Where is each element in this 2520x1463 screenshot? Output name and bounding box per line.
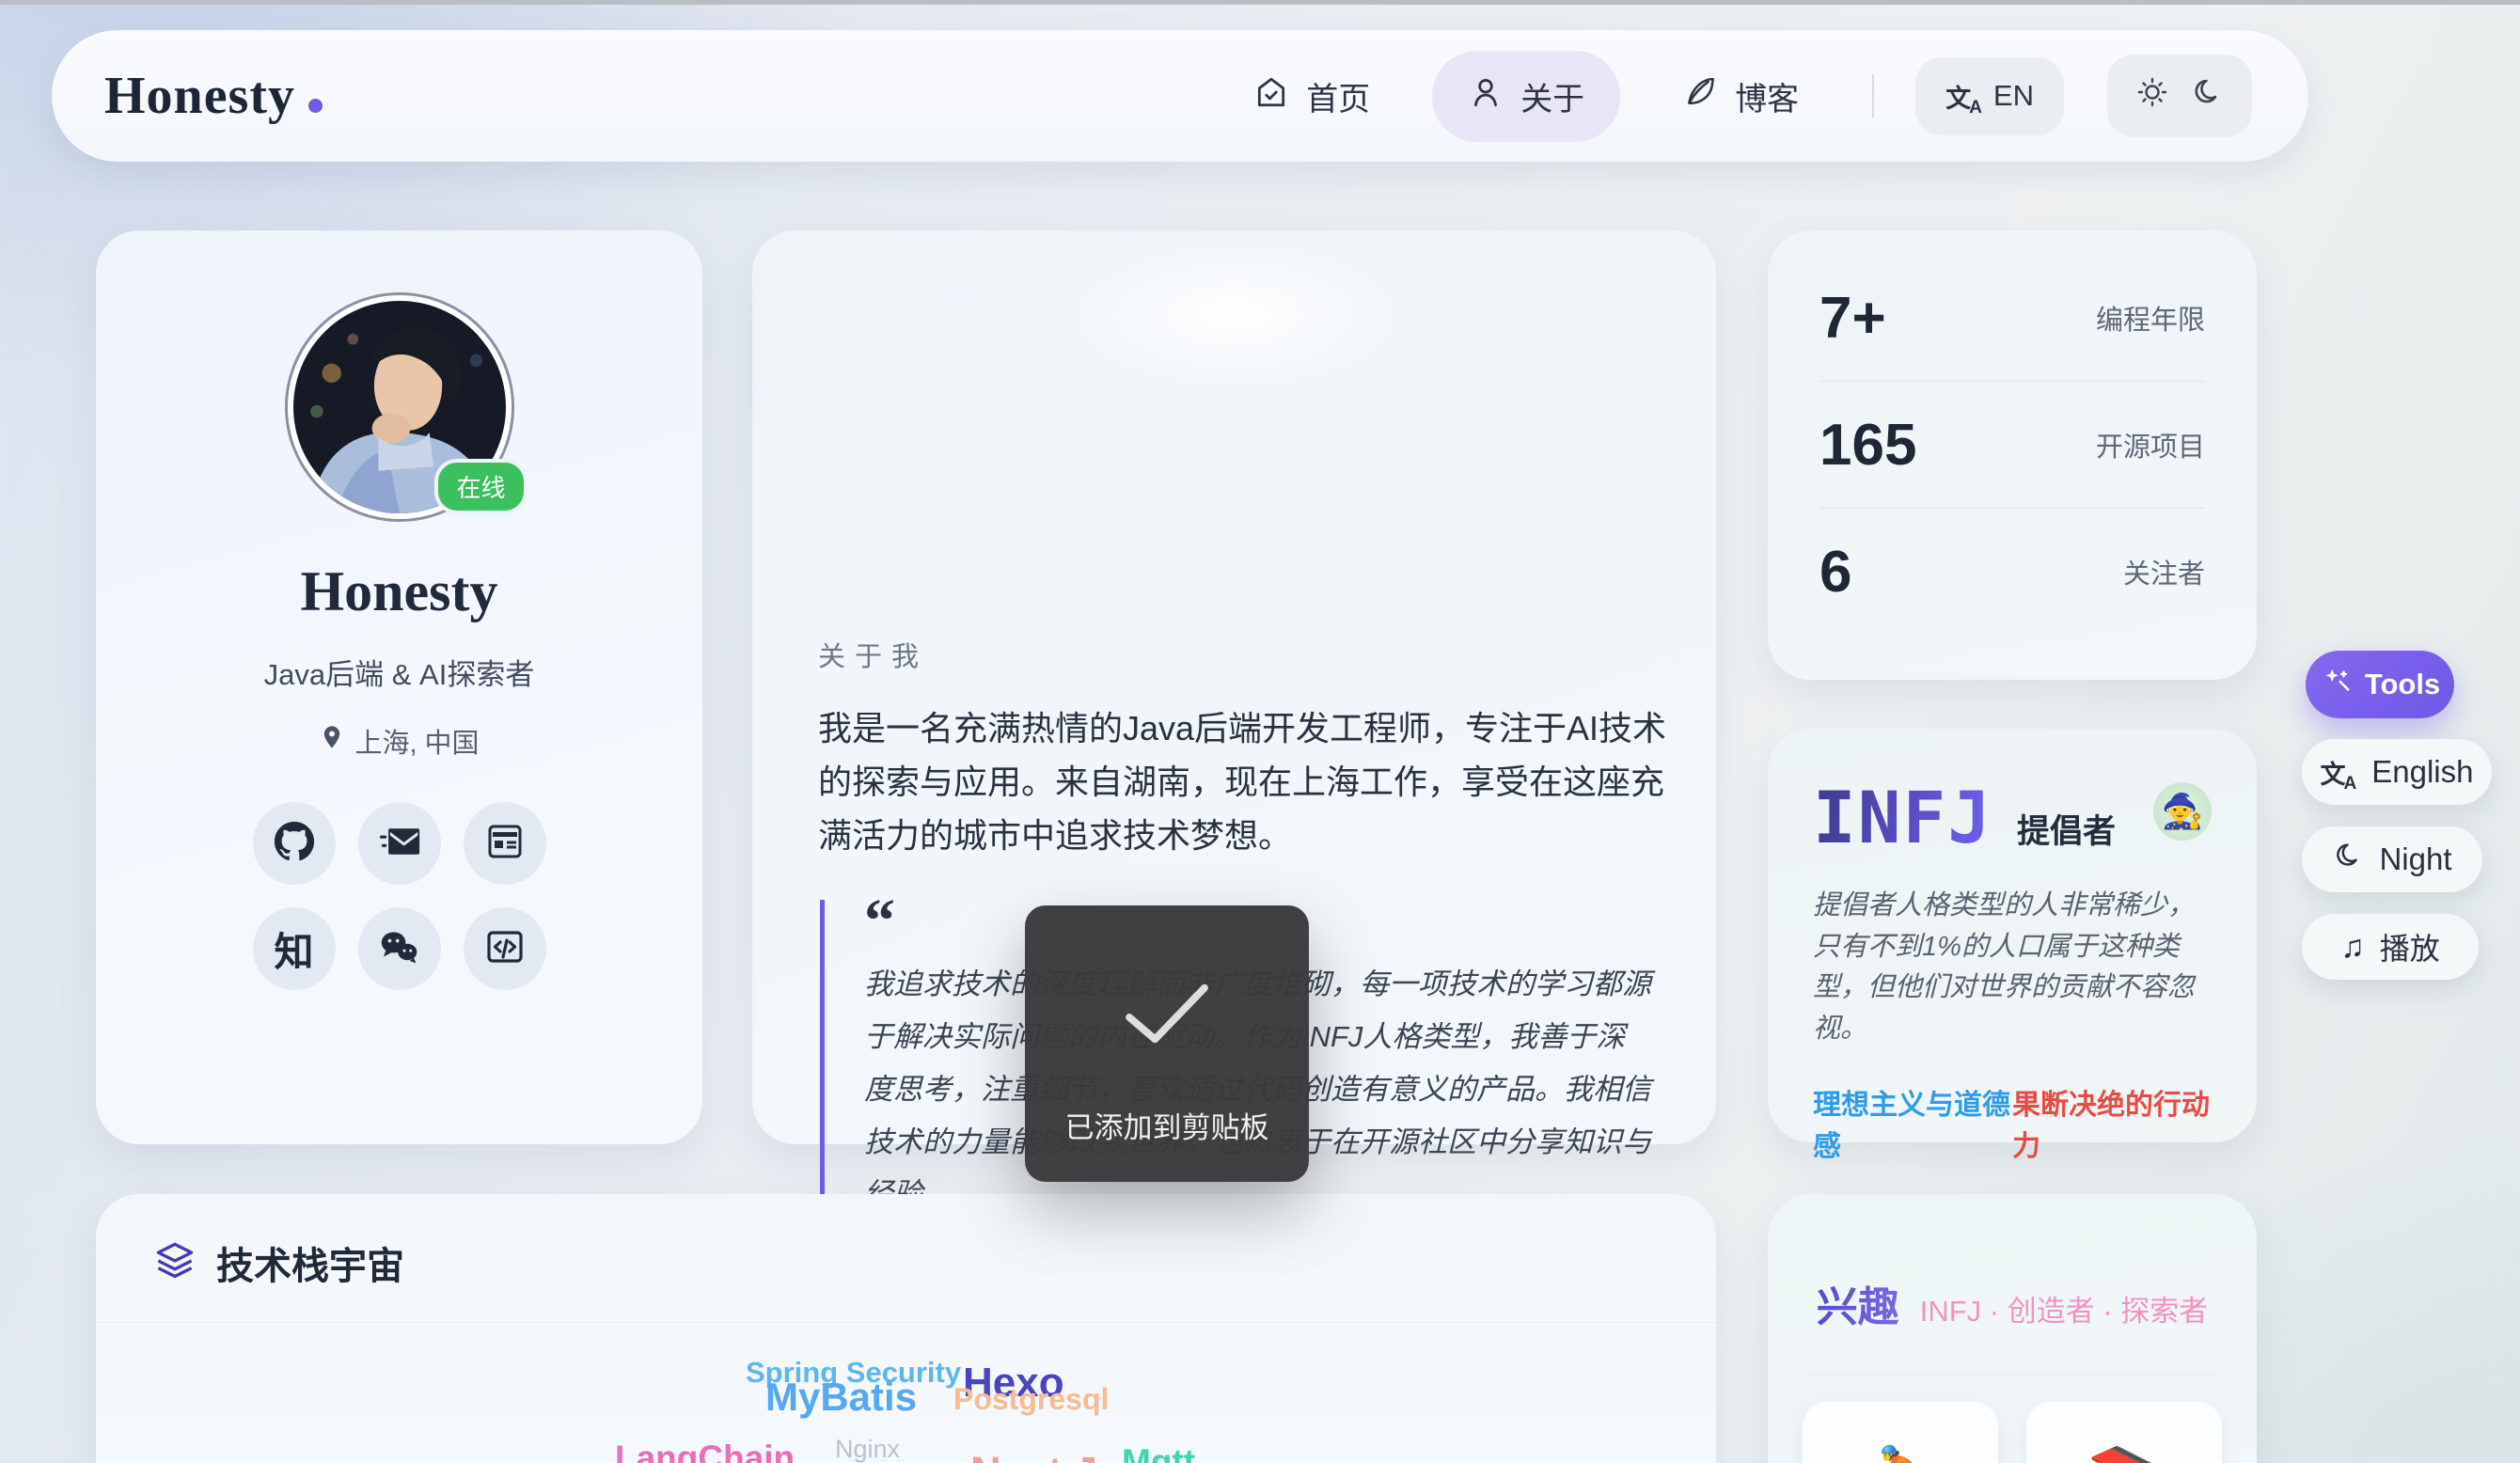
github-link[interactable]: [253, 802, 336, 885]
nav-divider: [1872, 74, 1874, 118]
nav-item-about[interactable]: 关于: [1432, 51, 1620, 142]
profile-location-text: 上海, 中国: [354, 721, 479, 761]
interests-header: 兴趣 INFJ · 创造者 · 探索者: [1768, 1194, 2257, 1333]
nav-item-label: 博客: [1735, 73, 1799, 119]
about-section-label: 关于我: [818, 635, 928, 674]
interests-divider: [1807, 1375, 2217, 1376]
tech-tag[interactable]: MyBatis: [765, 1375, 917, 1420]
blog-card-icon: [484, 821, 526, 867]
tech-stack-header: 技术栈宇宙: [154, 1235, 404, 1290]
stat-row: 7+ 编程年限: [1819, 255, 2205, 381]
layers-icon: [154, 1240, 196, 1286]
blog-link[interactable]: [464, 802, 546, 885]
location-pin-icon: [319, 724, 345, 758]
mbti-mascot-avatar: 🧙: [2153, 782, 2212, 841]
code-box-icon: [484, 926, 526, 972]
stats-card: 7+ 编程年限 165 开源项目 6 关注者: [1768, 230, 2257, 680]
about-paragraph: 我是一名充满热情的Java后端开发工程师，专注于AI技术的探索与应用。来自湖南，…: [818, 702, 1674, 863]
moon-icon: [2332, 840, 2364, 879]
stat-value: 165: [1819, 412, 1916, 479]
email-link[interactable]: [358, 802, 441, 885]
code-profile-link[interactable]: [464, 907, 546, 990]
mbti-type: INFJ: [1813, 776, 1992, 859]
tools-button[interactable]: Tools: [2306, 651, 2454, 718]
books-emoji: 📚: [2087, 1443, 2160, 1463]
status-badge: 在线: [434, 459, 527, 514]
stat-value: 7+: [1819, 285, 1886, 352]
github-icon: [274, 821, 315, 867]
stat-label: 开源项目: [2096, 425, 2205, 464]
avatar-wrap: 在线: [285, 292, 514, 522]
home-icon: [1253, 74, 1289, 118]
mbti-trait: 果断决绝的行动力: [2012, 1081, 2212, 1164]
stat-row: 6 关注者: [1819, 509, 2205, 635]
tech-tag[interactable]: Postgresql: [953, 1382, 1109, 1417]
toast-message: 已添加到剪贴板: [1065, 1104, 1269, 1146]
music-play-button[interactable]: ♫ 播放: [2302, 914, 2479, 980]
site-logo[interactable]: Honesty: [104, 66, 323, 126]
nav-item-blog[interactable]: 博客: [1646, 51, 1835, 142]
tech-stack-title: 技术栈宇宙: [216, 1235, 404, 1290]
profile-name: Honesty: [96, 559, 702, 624]
profile-title: Java后端 & AI探索者: [96, 651, 702, 693]
interests-subtitle: INFJ · 创造者 · 探索者: [1920, 1287, 2209, 1329]
wechat-icon: [379, 926, 420, 972]
logo-dot-icon: [308, 99, 323, 113]
mbti-type-label: 提倡者: [2017, 805, 2116, 853]
language-toggle-button[interactable]: 文A EN: [1915, 57, 2064, 135]
screen-top-edge: [0, 0, 2520, 5]
night-mode-button[interactable]: Night: [2302, 826, 2482, 892]
navbar: Honesty 首页 关于 博客 文A EN: [52, 30, 2308, 162]
nav-links: 首页 关于 博客 文A EN: [1218, 51, 2252, 142]
profile-location: 上海, 中国: [319, 721, 479, 761]
user-icon: [1468, 74, 1504, 118]
stat-label: 关注者: [2123, 552, 2205, 591]
translate-icon: 文A: [2321, 754, 2357, 791]
mbti-card: INFJ 提倡者 🧙 提倡者人格类型的人非常稀少，只有不到1%的人口属于这种类型…: [1768, 729, 2257, 1142]
stat-row: 165 开源项目: [1819, 382, 2205, 508]
interest-tile-cycling[interactable]: 🚴: [1803, 1402, 1998, 1463]
nav-item-home[interactable]: 首页: [1218, 51, 1406, 142]
magic-wand-icon: [2320, 665, 2352, 704]
tech-divider: [96, 1322, 1716, 1323]
check-icon: [1114, 905, 1220, 1055]
site-logo-text: Honesty: [104, 66, 295, 126]
tech-tag[interactable]: LangChain: [615, 1439, 795, 1463]
sun-icon: [2135, 75, 2169, 117]
interests-title: 兴趣: [1817, 1273, 1899, 1333]
mbti-trait: 理想主义与道德感: [1813, 1081, 2012, 1164]
theme-toggle-button[interactable]: [2107, 55, 2252, 137]
interest-tiles: 🚴 📚: [1768, 1402, 2257, 1463]
zhihu-icon: 知: [274, 920, 313, 978]
music-play-label: 播放: [2380, 925, 2440, 968]
cycling-emoji: 🚴: [1864, 1443, 1936, 1463]
social-links: 知: [253, 802, 546, 990]
interests-card: 兴趣 INFJ · 创造者 · 探索者 🚴 📚: [1768, 1194, 2257, 1463]
tools-button-label: Tools: [2365, 668, 2440, 701]
music-note-icon: ♫: [2340, 929, 2365, 966]
night-mode-label: Night: [2379, 842, 2451, 877]
mbti-description: 提倡者人格类型的人非常稀少，只有不到1%的人口属于这种类型，但他们对世界的贡献不…: [1813, 886, 2212, 1049]
language-toggle-label: EN: [1993, 79, 2034, 113]
clipboard-toast: 已添加到剪贴板: [1025, 905, 1309, 1182]
nav-item-label: 首页: [1306, 73, 1370, 119]
profile-card: 在线 Honesty Java后端 & AI探索者 上海, 中国 知: [96, 230, 702, 1144]
tech-stack-card: 技术栈宇宙 Spring Security MyBatis Hexo Postg…: [96, 1194, 1716, 1463]
stat-value: 6: [1819, 539, 1851, 606]
stat-label: 编程年限: [2096, 298, 2205, 338]
feather-icon: [1682, 74, 1718, 118]
nav-item-label: 关于: [1520, 73, 1584, 119]
mbti-header: INFJ 提倡者 🧙: [1813, 776, 2212, 859]
tech-tag[interactable]: Nginx: [835, 1435, 900, 1463]
zhihu-link[interactable]: 知: [253, 907, 336, 990]
language-switch-label: English: [2371, 754, 2473, 790]
tech-tag[interactable]: Mqtt: [1122, 1442, 1195, 1463]
translate-icon: 文A: [1945, 78, 1982, 115]
mail-send-icon: [379, 821, 420, 867]
tech-tag[interactable]: Next.Js: [970, 1448, 1121, 1463]
wechat-link[interactable]: [358, 907, 441, 990]
moon-icon: [2190, 75, 2224, 117]
interest-tile-reading[interactable]: 📚: [2026, 1402, 2222, 1463]
language-switch-button[interactable]: 文A English: [2302, 739, 2492, 805]
